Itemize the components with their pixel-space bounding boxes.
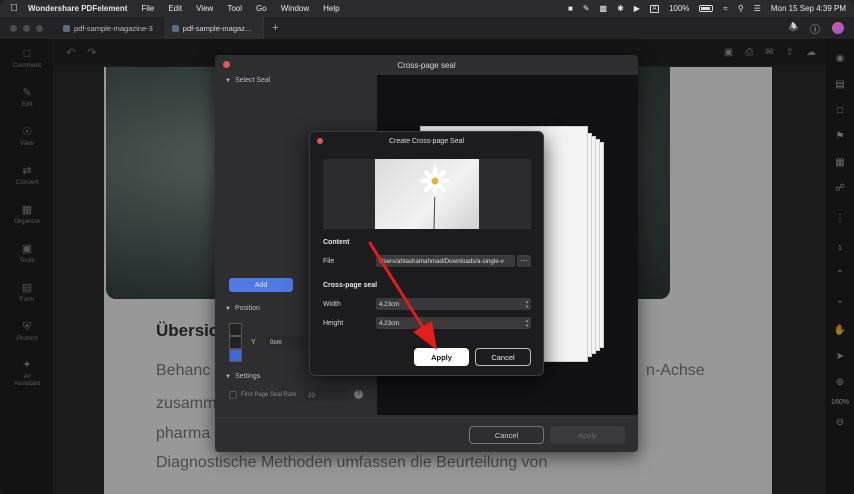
browse-button[interactable]: ⋯ (517, 255, 531, 267)
menu-edit[interactable]: Edit (168, 4, 182, 13)
height-label: Height (323, 320, 344, 327)
section-label: Select Seal (234, 77, 271, 84)
menu-file[interactable]: File (141, 4, 154, 13)
dialog-title: Cross-page seal (397, 60, 456, 70)
width-stepper-icon[interactable]: ▲ ▼ (525, 299, 529, 309)
wifi-icon[interactable]: ≈ (723, 4, 727, 13)
width-field[interactable]: 4.23cm ▲ ▼ (376, 298, 531, 310)
tab-label: pdf-sample-magazine-3 (74, 23, 153, 33)
flower-image (375, 159, 479, 230)
first-page-seal-rate-label: First Page Seal Rate (241, 392, 297, 398)
cancel-button[interactable]: Cancel (469, 426, 544, 444)
select-seal-section[interactable]: ▼ Select Seal (225, 77, 377, 84)
height-value: 4.23cm (379, 319, 400, 327)
apple-icon[interactable]:  (0, 3, 28, 14)
checkbox[interactable] (229, 391, 237, 399)
control-center-icon[interactable]: ☰ (754, 4, 761, 13)
create-dialog-title: Create Cross-page Seal (388, 137, 465, 145)
cancel-button[interactable]: Cancel (475, 348, 531, 366)
dialog-titlebar: Cross-page seal (215, 55, 638, 75)
seal-rate-field[interactable]: 20 (305, 389, 347, 401)
add-seal-button[interactable]: Add (229, 278, 293, 292)
section-label: Settings (234, 373, 261, 380)
traffic-lights (10, 24, 43, 32)
chevron-down-icon: ▼ (225, 373, 231, 380)
play-icon[interactable]: ▶ (634, 4, 640, 13)
position-swatch-selected[interactable] (229, 349, 242, 362)
window-close-button[interactable] (10, 24, 17, 32)
seal-image-preview (323, 159, 531, 230)
create-dialog-titlebar: Create Cross-page Seal (310, 132, 543, 150)
section-label: Position (234, 305, 260, 312)
chevron-down-icon: ▼ (225, 77, 231, 84)
menu-help[interactable]: Help (323, 4, 339, 13)
chevron-down-icon: ▼ (225, 305, 231, 312)
dialog-footer: Cancel Apply (215, 417, 638, 452)
menu-tool[interactable]: Tool (227, 4, 242, 13)
status-app3-icon[interactable]: ▩ (600, 4, 608, 13)
app-name[interactable]: Wondershare PDFelement (28, 4, 127, 13)
tab-document-2[interactable]: pdf-sample-magaz... (165, 17, 265, 39)
file-label: File (323, 258, 335, 265)
new-tab-button[interactable]: + (272, 22, 278, 34)
avatar[interactable] (832, 22, 844, 34)
flower-graphic (418, 164, 452, 230)
position-swatch-2[interactable] (229, 336, 242, 349)
menubar:  Wondershare PDFelement File Edit View … (0, 0, 854, 17)
height-field[interactable]: 4.23cm ▲ ▼ (376, 317, 531, 329)
apply-button[interactable]: Apply (414, 348, 469, 366)
file-path-field[interactable]: Users/ahtashamahmad/Downloads/a-single-v (376, 255, 515, 267)
screen:  Wondershare PDFelement File Edit View … (0, 0, 854, 494)
tab-label: pdf-sample-magaz... (182, 23, 252, 33)
content-label: Content (323, 239, 350, 246)
status-app2-icon[interactable]: ✎ (583, 4, 590, 13)
settings-section[interactable]: ▼ Settings (225, 373, 260, 380)
pdf-file-icon (171, 24, 179, 32)
dialog-close-button[interactable] (223, 61, 230, 68)
pdf-file-icon (63, 24, 70, 32)
status-app-icon[interactable]: ■ (568, 4, 573, 13)
tab-bar: pdf-sample-magazine-3 pdf-sample-magaz..… (0, 17, 854, 39)
position-section[interactable]: ▼ Position (225, 305, 260, 312)
width-label: Width (323, 301, 341, 308)
datetime[interactable]: Mon 15 Sep 4:39 PM (771, 4, 846, 13)
input-source-icon[interactable]: A (649, 4, 659, 13)
search-icon[interactable]: ⚲ (738, 4, 744, 13)
menu-view[interactable]: View (196, 4, 213, 13)
bluetooth-icon[interactable]: ✱ (617, 4, 624, 13)
menu-go[interactable]: Go (256, 4, 267, 13)
battery-percent: 100% (668, 4, 690, 13)
cross-page-seal-label: Cross-page seal (323, 282, 378, 289)
window-minimize-button[interactable] (23, 24, 30, 32)
help-icon[interactable]: ? (354, 390, 363, 399)
battery-icon[interactable] (699, 5, 714, 12)
y-field[interactable]: 0cm (267, 336, 307, 348)
bell-icon[interactable]: 🕭 (789, 20, 798, 37)
y-label: Y (251, 339, 256, 346)
width-value: 4.23cm (379, 300, 400, 308)
window-zoom-button[interactable] (36, 24, 43, 32)
menu-window[interactable]: Window (281, 4, 309, 13)
info-icon[interactable]: ⓘ (810, 21, 820, 36)
height-stepper-icon[interactable]: ▲ ▼ (525, 318, 529, 328)
tab-document-1[interactable]: pdf-sample-magazine-3 (57, 17, 166, 39)
apply-button-disabled[interactable]: Apply (550, 426, 625, 444)
create-dialog-close-button[interactable] (317, 138, 323, 144)
create-cross-page-seal-dialog: Create Cross-page Seal Content File User… (309, 131, 544, 376)
position-swatch-1[interactable] (229, 323, 242, 336)
